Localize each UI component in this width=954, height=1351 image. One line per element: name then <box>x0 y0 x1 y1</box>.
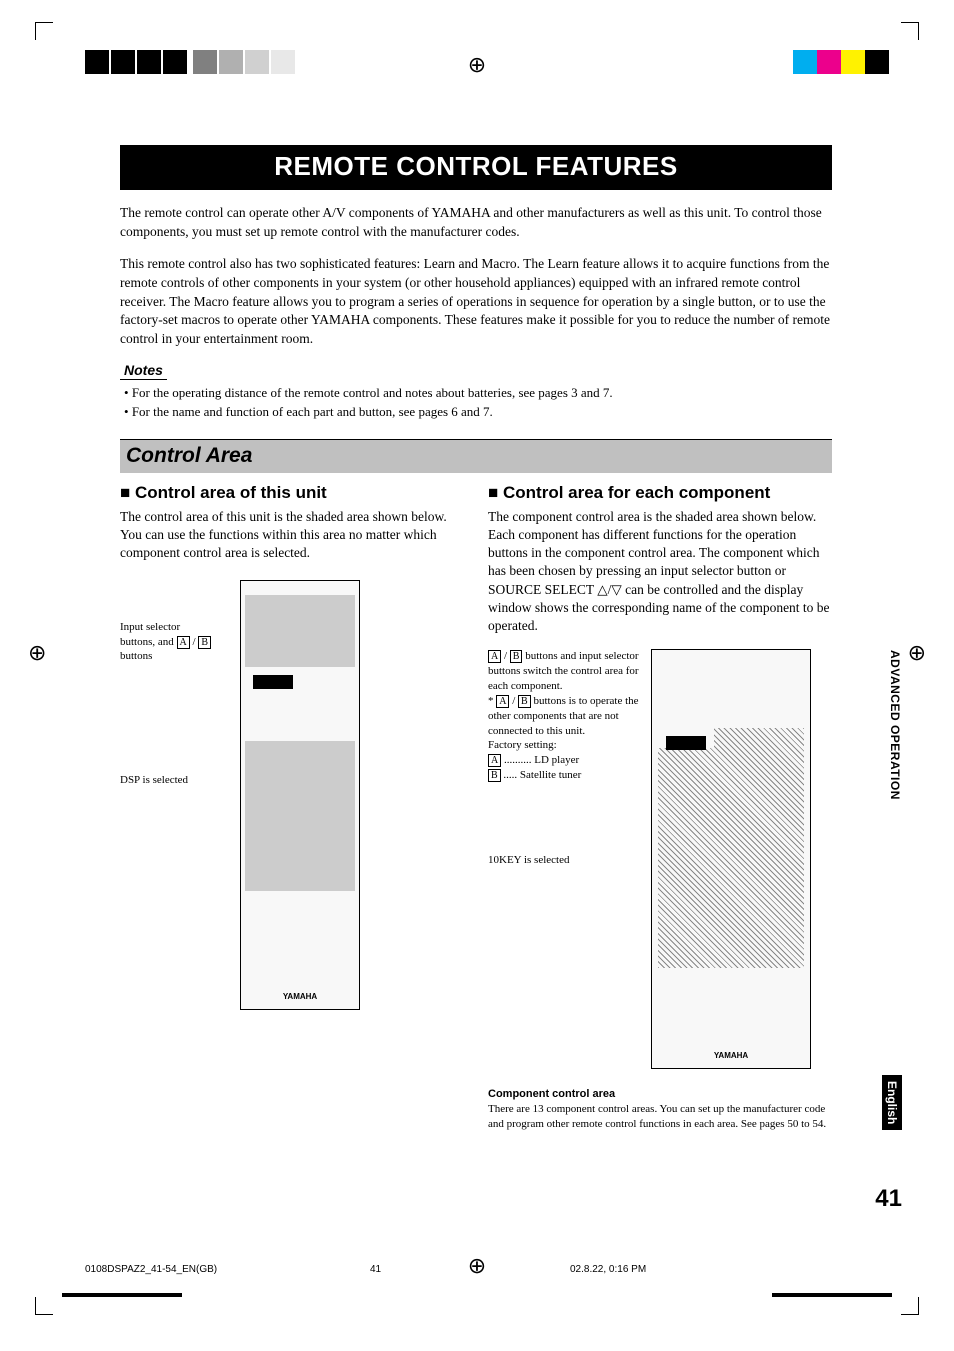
right-body: The component control area is the shaded… <box>488 508 832 636</box>
registration-mark-icon: ⊕ <box>28 640 46 666</box>
footer-datetime: 02.8.22, 0:16 PM <box>570 1264 646 1275</box>
intro-paragraph-1: The remote control can operate other A/V… <box>120 204 832 241</box>
fig2-sep: / <box>509 695 518 707</box>
registration-mark-icon: ⊕ <box>908 640 926 666</box>
fig2-asterisk: * <box>488 695 496 707</box>
fig2-10key-label: 10KEY is selected <box>488 853 643 868</box>
fig-label-dsp: DSP is selected <box>120 773 230 787</box>
crop-mark <box>35 22 53 40</box>
crop-mark <box>901 22 919 40</box>
remote-illustration-right: YAMAHA <box>651 649 811 1069</box>
yamaha-logo: YAMAHA <box>241 992 359 1001</box>
component-note: Component control area There are 13 comp… <box>488 1087 832 1132</box>
yamaha-logo: YAMAHA <box>652 1051 810 1060</box>
page-number: 41 <box>875 1185 902 1213</box>
right-subheading: Control area for each component <box>488 483 832 503</box>
fig-label-line: Input selector <box>120 621 180 633</box>
boxed-b: B <box>510 650 523 663</box>
crop-mark <box>35 1297 53 1315</box>
fig-label-line: buttons, and <box>120 636 177 648</box>
boxed-b: B <box>518 695 531 708</box>
registration-mark-icon: ⊕ <box>468 52 486 78</box>
component-note-heading: Component control area <box>488 1087 832 1102</box>
left-figure-labels: Input selector buttons, and A / B button… <box>120 580 230 787</box>
notes-heading: Notes <box>120 362 167 380</box>
page-content: REMOTE CONTROL FEATURES The remote contr… <box>120 145 832 1132</box>
fig2-b-setting: ..... Satellite tuner <box>501 769 582 781</box>
fig2-sep: / <box>501 650 510 662</box>
section-heading: Control Area <box>120 439 832 473</box>
registration-mark-icon: ⊕ <box>468 1253 486 1279</box>
crop-bar <box>772 1293 892 1297</box>
left-subheading: Control area of this unit <box>120 483 464 503</box>
side-tab-english: English <box>882 1075 902 1130</box>
notes-list: For the operating distance of the remote… <box>120 384 832 420</box>
boxed-a: A <box>488 650 501 663</box>
boxed-a: A <box>488 754 501 767</box>
boxed-a: A <box>496 695 509 708</box>
right-figure-labels: A / B buttons and input selector buttons… <box>488 649 643 867</box>
note-item: For the operating distance of the remote… <box>124 384 832 402</box>
intro-paragraph-2: This remote control also has two sophist… <box>120 255 832 348</box>
left-body: The control area of this unit is the sha… <box>120 508 464 563</box>
crop-mark <box>901 1297 919 1315</box>
boxed-b: B <box>488 769 501 782</box>
boxed-a: A <box>177 636 190 649</box>
fig-label-line: buttons <box>120 650 152 662</box>
note-item: For the name and function of each part a… <box>124 403 832 421</box>
remote-illustration-left: YAMAHA <box>240 580 360 1010</box>
component-note-body: There are 13 component control areas. Yo… <box>488 1102 832 1132</box>
color-swatches-left <box>85 50 297 79</box>
right-column: Control area for each component The comp… <box>488 483 832 1132</box>
fig-label-sep: / <box>190 636 199 648</box>
page-title: REMOTE CONTROL FEATURES <box>120 145 832 190</box>
fig2-a-setting: .......... LD player <box>501 754 579 766</box>
footer-page: 41 <box>370 1264 381 1275</box>
right-figure: A / B buttons and input selector buttons… <box>488 649 832 1069</box>
side-tab-advanced-operation: ADVANCED OPERATION <box>888 650 902 800</box>
footer-file: 0108DSPAZ2_41-54_EN(GB) <box>85 1264 217 1275</box>
crop-bar <box>62 1293 182 1297</box>
fig2-factory: Factory setting: <box>488 739 557 751</box>
color-swatches-right <box>793 50 889 79</box>
left-column: Control area of this unit The control ar… <box>120 483 464 1132</box>
boxed-b: B <box>198 636 211 649</box>
left-figure: Input selector buttons, and A / B button… <box>120 580 464 1010</box>
